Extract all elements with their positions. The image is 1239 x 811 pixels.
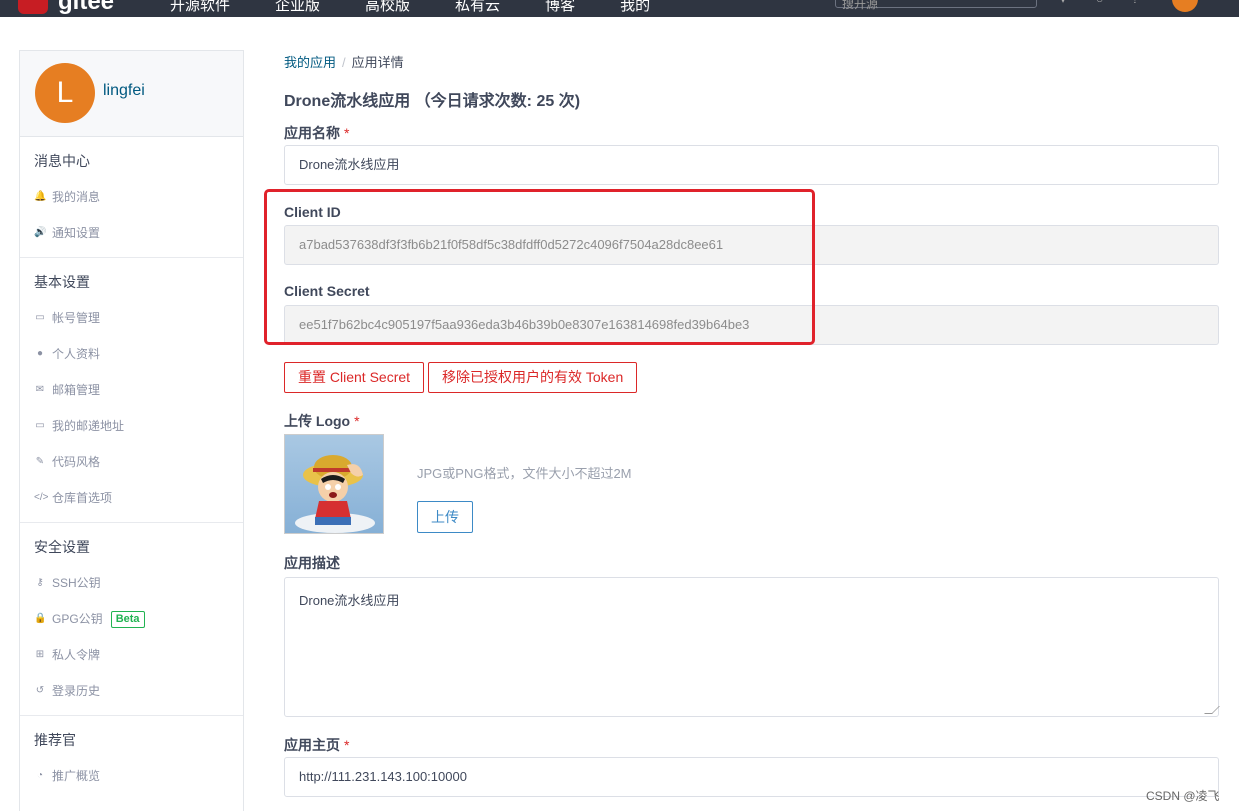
cartoon-logo-icon (295, 455, 375, 533)
watermark: CSDN @凌飞 (1146, 789, 1220, 803)
sidebar-item-profile[interactable]: ● 个人资料 (20, 336, 243, 372)
homepage-label: 应用主页 * (284, 735, 349, 755)
address-card-icon: ▭ (35, 420, 45, 431)
sidebar-section-title: 基本设置 (34, 274, 90, 290)
homepage-input[interactable]: http://111.231.143.100:10000 (284, 757, 1219, 797)
sidebar-section-title: 安全设置 (34, 539, 90, 555)
upload-hint: JPG或PNG格式，文件大小不超过2M (417, 466, 632, 481)
sidebar-item-label: 登录历史 (52, 684, 101, 698)
sidebar-user-card: L lingfei (20, 51, 243, 137)
sidebar-section-basic-settings: 基本设置 ▭ 帐号管理 ● 个人资料 ✉ 邮箱管理 ▭ 我的邮递地址 ✎ 代码风格 </>… (20, 258, 243, 523)
nav-item-open-source[interactable]: 开源软件 (170, 0, 230, 15)
sidebar-item-label: 推广概览 (52, 769, 101, 783)
sidebar-item-email[interactable]: ✉ 邮箱管理 (20, 372, 243, 408)
logo-label: 上传 Logo * (284, 411, 360, 431)
sidebar-item-label: 我的邮递地址 (52, 419, 125, 433)
breadcrumb-my-apps-link[interactable]: 我的应用 (284, 55, 336, 70)
remove-tokens-button[interactable]: 移除已授权用户的有效 Token (428, 362, 638, 393)
logo-text[interactable]: gitee (58, 0, 114, 16)
sidebar-item-referral-overview[interactable]: ◔ 推广概览 (20, 758, 243, 794)
sidebar-item-code-style[interactable]: ✎ 代码风格 (20, 444, 243, 480)
sidebar-item-ssh-keys[interactable]: ⚷ SSH公钥 (20, 565, 243, 601)
resize-handle-icon[interactable] (1204, 706, 1220, 714)
homepage-label-text: 应用主页 (284, 737, 340, 753)
sidebar-item-repo-preferences[interactable]: </> 仓库首选项 (20, 480, 243, 516)
sidebar-item-label: 通知设置 (52, 226, 101, 240)
app-logo-image (284, 434, 384, 534)
speaker-icon: 🔊 (34, 227, 47, 238)
sidebar-section-messages: 消息中心 🔔 我的消息 🔊 通知设置 (20, 137, 243, 258)
sidebar-item-label: GPG公钥 (52, 612, 103, 626)
sidebar-item-account[interactable]: ▭ 帐号管理 (20, 300, 243, 336)
client-secret-field[interactable]: ee51f7b62bc4c905197f5aa936eda3b46b39b0e8… (284, 305, 1219, 345)
sidebar-item-label: 我的消息 (52, 190, 101, 204)
code-icon: </> (34, 492, 49, 503)
sidebar-item-label: SSH公钥 (52, 576, 101, 590)
page-title: Drone流水线应用 （今日请求次数: 25 次) (284, 93, 581, 110)
sidebar-item-label: 私人令牌 (52, 648, 101, 662)
history-icon: ↺ (35, 685, 45, 696)
sidebar-item-label: 仓库首选项 (52, 491, 113, 505)
sidebar-item-private-tokens[interactable]: ⊞ 私人令牌 (20, 637, 243, 673)
brush-icon: ✎ (35, 456, 45, 467)
key-icon: ⚷ (36, 577, 44, 588)
username-link[interactable]: lingfei (103, 82, 145, 100)
sidebar-section-title: 推荐官 (34, 732, 76, 748)
app-name-label-text: 应用名称 (284, 125, 340, 141)
beta-badge: Beta (110, 610, 145, 628)
client-id-field[interactable]: a7bad537638df3f3fb6b21f0f58df5c38dfdff0d… (284, 225, 1219, 265)
sidebar-item-my-messages[interactable]: 🔔 我的消息 (20, 179, 243, 215)
client-id-label: Client ID (284, 204, 341, 220)
required-mark: * (354, 413, 360, 429)
id-card-icon: ▭ (35, 312, 45, 323)
sidebar-section-referral: 推荐官 ◔ 推广概览 (20, 716, 243, 800)
sidebar-item-label: 代码风格 (52, 455, 101, 469)
chart-icon: ◔ (36, 770, 44, 781)
client-secret-label: Client Secret (284, 283, 370, 299)
sidebar-section-title: 消息中心 (34, 153, 90, 169)
lock-icon: 🔒 (34, 613, 47, 624)
mail-icon: ✉ (35, 384, 45, 395)
breadcrumb: 我的应用 / 应用详情 (284, 52, 404, 71)
sidebar-item-gpg-keys[interactable]: 🔒 GPG公钥 Beta (20, 601, 243, 637)
sidebar-item-label: 个人资料 (52, 347, 101, 361)
app-detail-form: 我的应用 / 应用详情 Drone流水线应用 （今日请求次数: 25 次) 应用名称… (264, 0, 1220, 811)
sidebar-item-label: 邮箱管理 (52, 383, 101, 397)
app-name-label: 应用名称 * (284, 123, 349, 143)
sidebar-section-security: 安全设置 ⚷ SSH公钥 🔒 GPG公钥 Beta ⊞ 私人令牌 ↺ 登录历史 (20, 523, 243, 716)
app-name-input[interactable]: Drone流水线应用 (284, 145, 1219, 185)
upload-logo-button[interactable]: 上传 (417, 501, 473, 533)
logo-label-text: 上传 Logo (284, 413, 351, 429)
description-textarea[interactable]: Drone流水线应用 (284, 577, 1220, 717)
description-text: Drone流水线应用 (299, 593, 400, 608)
breadcrumb-current: 应用详情 (351, 55, 404, 70)
sidebar-item-label: 帐号管理 (52, 311, 101, 325)
reset-client-secret-button[interactable]: 重置 Client Secret (284, 362, 425, 393)
sidebar-item-notification-settings[interactable]: 🔊 通知设置 (20, 215, 243, 251)
bell-icon: 🔔 (34, 191, 47, 202)
description-label: 应用描述 (284, 555, 340, 571)
breadcrumb-separator: / (342, 55, 346, 70)
required-mark: * (344, 125, 350, 141)
avatar[interactable]: L (35, 63, 95, 123)
sidebar-item-postal-address[interactable]: ▭ 我的邮递地址 (20, 408, 243, 444)
gitee-logo-icon[interactable] (18, 0, 48, 14)
token-icon: ⊞ (35, 649, 45, 660)
settings-sidebar: L lingfei 消息中心 🔔 我的消息 🔊 通知设置 基本设置 ▭ 帐号管理 ● 个… (19, 50, 244, 811)
sidebar-item-login-history[interactable]: ↺ 登录历史 (20, 673, 243, 709)
required-mark: * (344, 737, 350, 753)
user-icon: ● (36, 348, 44, 359)
